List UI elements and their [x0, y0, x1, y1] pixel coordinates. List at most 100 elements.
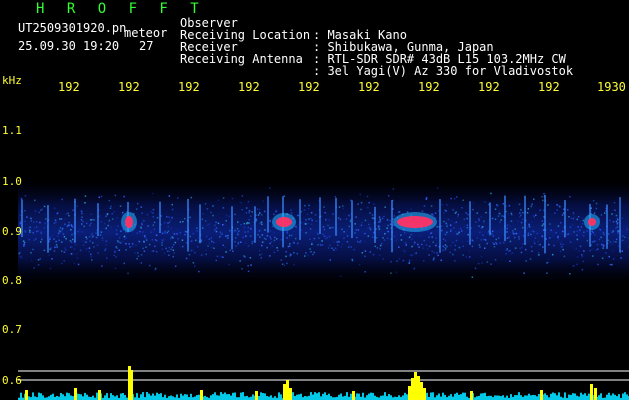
noise-speck [461, 230, 463, 232]
noise-bar [568, 394, 570, 400]
noise-speck [216, 255, 219, 258]
noise-speck [275, 210, 277, 213]
noise-speck [428, 236, 430, 238]
noise-speck [116, 233, 118, 235]
noise-speck [462, 199, 464, 202]
noise-speck [247, 226, 249, 229]
noise-speck [313, 237, 316, 240]
noise-bar [510, 394, 512, 400]
noise-speck [419, 235, 421, 237]
noise-speck [444, 209, 446, 212]
noise-speck [43, 213, 46, 216]
noise-speck [532, 226, 535, 228]
noise-speck [378, 228, 381, 230]
noise-speck [575, 230, 577, 232]
noise-speck [328, 219, 331, 221]
noise-bar [82, 396, 84, 400]
noise-speck [531, 203, 533, 206]
noise-speck [374, 245, 376, 248]
noise-speck [286, 230, 288, 233]
noise-speck [526, 227, 529, 229]
noise-speck [366, 195, 369, 198]
noise-speck [215, 227, 218, 229]
noise-speck [329, 227, 331, 229]
noise-speck [347, 246, 350, 248]
noise-speck [412, 238, 414, 240]
noise-speck [510, 212, 513, 215]
noise-speck [257, 234, 259, 236]
noise-bar [388, 394, 390, 400]
noise-speck [462, 245, 464, 247]
noise-speck [592, 255, 594, 257]
noise-speck [257, 214, 260, 216]
noise-speck [569, 241, 572, 243]
noise-speck [513, 236, 516, 239]
noise-speck [450, 230, 452, 232]
noise-speck [68, 221, 70, 224]
noise-speck [435, 242, 438, 245]
noise-speck [64, 247, 66, 249]
noise-speck [30, 252, 32, 254]
noise-bar [618, 394, 620, 400]
noise-bar [454, 393, 456, 400]
noise-speck [602, 240, 604, 242]
noise-speck [337, 240, 340, 243]
noise-speck [85, 241, 87, 243]
noise-speck [321, 240, 323, 242]
noise-speck [383, 239, 386, 241]
noise-speck [182, 220, 184, 223]
noise-speck [457, 213, 460, 216]
noise-speck [356, 236, 358, 239]
noise-speck [219, 231, 222, 234]
noise-speck [542, 223, 545, 225]
noise-speck [64, 218, 66, 220]
noise-speck [574, 216, 576, 218]
noise-speck [377, 226, 380, 229]
noise-speck [273, 251, 276, 254]
noise-bar [366, 395, 368, 400]
noise-speck [320, 244, 322, 246]
noise-speck [226, 214, 228, 217]
noise-speck [222, 224, 224, 226]
noise-speck [478, 219, 480, 222]
noise-speck [560, 243, 562, 245]
noise-bar [398, 395, 400, 400]
noise-speck [572, 217, 575, 220]
noise-speck [576, 263, 578, 266]
noise-speck [345, 218, 348, 220]
noise-speck [243, 255, 245, 257]
noise-speck [461, 207, 463, 209]
noise-speck [263, 210, 266, 213]
noise-speck [261, 244, 263, 247]
noise-speck [117, 241, 120, 243]
noise-speck [389, 223, 392, 225]
noise-speck [172, 243, 175, 246]
noise-speck [425, 244, 428, 246]
noise-speck [113, 254, 115, 257]
noise-speck [620, 257, 622, 259]
noise-speck [616, 222, 619, 224]
noise-speck [104, 248, 107, 250]
noise-speck [51, 235, 54, 237]
noise-bar [564, 392, 566, 400]
noise-speck [149, 264, 151, 267]
noise-bar [34, 396, 36, 400]
noise-speck [23, 245, 25, 247]
noise-speck [364, 219, 367, 222]
noise-speck [331, 247, 333, 249]
noise-speck [485, 211, 487, 214]
noise-bar [322, 393, 324, 400]
noise-speck [492, 234, 495, 236]
noise-speck [286, 231, 288, 234]
noise-speck [554, 212, 556, 214]
noise-bar [436, 395, 438, 400]
noise-speck [450, 229, 452, 231]
noise-bar [306, 396, 308, 400]
noise-speck [120, 230, 122, 232]
noise-speck [495, 243, 498, 245]
noise-speck [472, 202, 475, 204]
noise-speck [61, 262, 63, 265]
noise-speck [410, 208, 412, 210]
noise-speck [172, 249, 175, 251]
noise-bar [386, 396, 388, 400]
